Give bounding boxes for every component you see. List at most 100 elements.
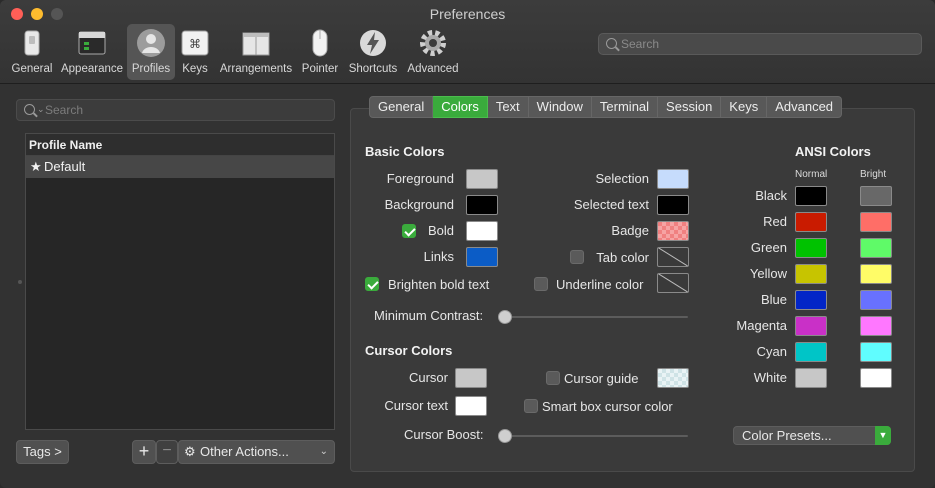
profile-search-input[interactable] bbox=[45, 101, 325, 119]
cursor-guide-color-well[interactable] bbox=[657, 368, 689, 388]
star-icon: ★ bbox=[30, 159, 42, 174]
tab-colors[interactable]: Colors bbox=[433, 96, 488, 118]
toolbar-general-label: General bbox=[11, 63, 53, 75]
tab-color-well[interactable] bbox=[657, 247, 689, 267]
selected-text-label: Selected text bbox=[573, 197, 649, 212]
cursor-boost-label: Cursor Boost: bbox=[404, 427, 484, 442]
selection-label: Selection bbox=[595, 171, 649, 186]
toolbar-advanced[interactable]: Advanced bbox=[405, 24, 461, 80]
gear-icon: ⚙ bbox=[184, 444, 196, 459]
toolbar-arrangements-label: Arrangements bbox=[219, 63, 293, 75]
toolbar-pointer[interactable]: Pointer bbox=[299, 24, 341, 80]
ansi-bright-cyan-well[interactable] bbox=[860, 342, 892, 362]
splitter-handle[interactable] bbox=[18, 280, 22, 284]
cursor-color-well[interactable] bbox=[455, 368, 487, 388]
tab-text[interactable]: Text bbox=[487, 96, 529, 118]
command-key-icon: ⌘ bbox=[181, 30, 209, 56]
toolbar-appearance[interactable]: Appearance bbox=[58, 24, 126, 80]
windows-icon bbox=[242, 32, 270, 56]
basic-colors-title: Basic Colors bbox=[365, 144, 445, 159]
background-color-well[interactable] bbox=[466, 195, 498, 215]
preferences-search[interactable] bbox=[598, 33, 922, 55]
ansi-bright-white-well[interactable] bbox=[860, 368, 892, 388]
toolbar-pointer-label: Pointer bbox=[301, 63, 339, 75]
chevron-down-icon: ▼ bbox=[875, 426, 891, 445]
toolbar-profiles[interactable]: Profiles bbox=[127, 24, 175, 80]
underline-color-well[interactable] bbox=[657, 273, 689, 293]
profile-row-default[interactable]: ★ Default bbox=[26, 156, 334, 178]
minimum-contrast-slider[interactable] bbox=[498, 310, 688, 324]
foreground-color-well[interactable] bbox=[466, 169, 498, 189]
window-title: Preferences bbox=[429, 6, 506, 22]
tab-session[interactable]: Session bbox=[658, 96, 722, 118]
profile-search[interactable]: ⌄ bbox=[16, 99, 335, 121]
cursor-guide-checkbox[interactable] bbox=[546, 371, 560, 385]
background-label: Background bbox=[384, 197, 454, 212]
tab-terminal[interactable]: Terminal bbox=[591, 96, 659, 118]
brighten-bold-checkbox[interactable] bbox=[365, 277, 379, 291]
links-label: Links bbox=[423, 249, 454, 264]
ansi-bright-magenta-well[interactable] bbox=[860, 316, 892, 336]
ansi-normal-magenta-well[interactable] bbox=[795, 316, 827, 336]
ansi-normal-white-well[interactable] bbox=[795, 368, 827, 388]
ansi-normal-black-well[interactable] bbox=[795, 186, 827, 206]
ansi-normal-cyan-well[interactable] bbox=[795, 342, 827, 362]
ansi-label-white: White bbox=[753, 370, 787, 385]
smart-box-checkbox[interactable] bbox=[524, 399, 538, 413]
person-icon bbox=[137, 29, 165, 57]
toolbar-keys-label: Keys bbox=[182, 63, 208, 75]
cursor-text-color-well[interactable] bbox=[455, 396, 487, 416]
toolbar-arrangements[interactable]: Arrangements bbox=[218, 24, 294, 80]
tags-button[interactable]: Tags > bbox=[16, 440, 69, 464]
ansi-bright-red-well[interactable] bbox=[860, 212, 892, 232]
toolbar-keys[interactable]: ⌘ Keys bbox=[178, 24, 212, 80]
tab-general[interactable]: General bbox=[369, 96, 434, 118]
minimum-contrast-knob[interactable] bbox=[498, 310, 512, 324]
ansi-normal-green-well[interactable] bbox=[795, 238, 827, 258]
appearance-icon bbox=[78, 31, 106, 55]
badge-label: Badge bbox=[611, 223, 649, 238]
other-actions-button[interactable]: ⚙ Other Actions... ⌄ bbox=[178, 440, 335, 464]
profile-tabs: General Colors Text Window Terminal Sess… bbox=[369, 96, 843, 118]
ansi-bright-header: Bright bbox=[860, 169, 887, 180]
ansi-bright-yellow-well[interactable] bbox=[860, 264, 892, 284]
tab-color-checkbox[interactable] bbox=[570, 250, 584, 264]
lightning-icon bbox=[360, 30, 386, 56]
ansi-bright-black-well[interactable] bbox=[860, 186, 892, 206]
toolbar-general[interactable]: General bbox=[8, 24, 56, 80]
profile-name: Default bbox=[44, 159, 86, 174]
underline-color-checkbox[interactable] bbox=[534, 277, 548, 291]
preferences-window: Preferences General Appearance Profiles … bbox=[0, 0, 935, 488]
ansi-normal-yellow-well[interactable] bbox=[795, 264, 827, 284]
remove-profile-button[interactable]: − bbox=[156, 440, 178, 464]
tab-advanced[interactable]: Advanced bbox=[767, 96, 843, 118]
cursor-text-label: Cursor text bbox=[384, 398, 448, 413]
badge-color-well[interactable] bbox=[657, 221, 689, 241]
cursor-guide-label: Cursor guide bbox=[564, 371, 639, 386]
svg-text:⌘: ⌘ bbox=[189, 37, 201, 51]
ansi-bright-blue-well[interactable] bbox=[860, 290, 892, 310]
bold-checkbox[interactable] bbox=[402, 224, 416, 238]
tab-keys[interactable]: Keys bbox=[721, 96, 768, 118]
selection-color-well[interactable] bbox=[657, 169, 689, 189]
toolbar-shortcuts[interactable]: Shortcuts bbox=[346, 24, 400, 80]
links-color-well[interactable] bbox=[466, 247, 498, 267]
search-icon bbox=[606, 38, 617, 49]
bold-color-well[interactable] bbox=[466, 221, 498, 241]
add-profile-button[interactable]: + bbox=[132, 440, 156, 464]
ansi-bright-green-well[interactable] bbox=[860, 238, 892, 258]
color-presets-label: Color Presets... bbox=[742, 428, 832, 443]
tab-window[interactable]: Window bbox=[528, 96, 592, 118]
preferences-search-input[interactable] bbox=[621, 35, 911, 53]
toolbar-advanced-label: Advanced bbox=[407, 63, 459, 75]
ansi-normal-blue-well[interactable] bbox=[795, 290, 827, 310]
cursor-boost-slider[interactable] bbox=[498, 429, 688, 443]
underline-color-label: Underline color bbox=[556, 277, 644, 292]
brighten-bold-label: Brighten bold text bbox=[388, 277, 490, 292]
color-presets-button[interactable]: Color Presets... ▼ bbox=[733, 426, 891, 445]
selected-text-color-well[interactable] bbox=[657, 195, 689, 215]
profile-name-header[interactable]: Profile Name bbox=[26, 134, 334, 156]
ansi-normal-red-well[interactable] bbox=[795, 212, 827, 232]
toolbar-profiles-label: Profiles bbox=[131, 63, 171, 75]
cursor-boost-knob[interactable] bbox=[498, 429, 512, 443]
